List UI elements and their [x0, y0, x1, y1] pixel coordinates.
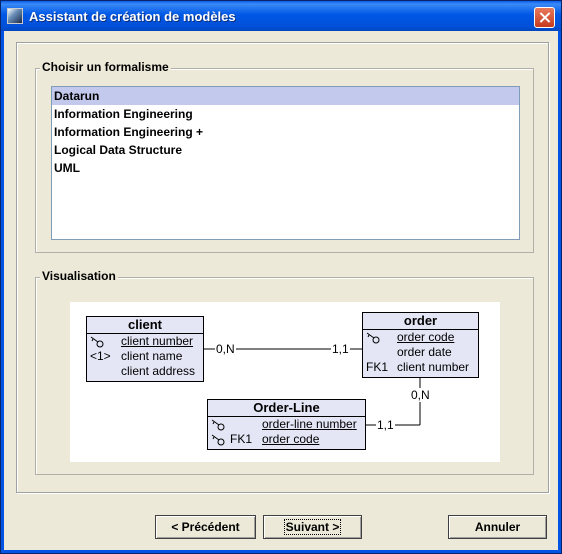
attribute-name: client number	[397, 360, 470, 374]
attribute-row: order-line number	[208, 417, 365, 432]
entity-order-line: Order-Line order-line number FK1 order c…	[207, 399, 366, 450]
attribute-prefix: <1>	[90, 349, 111, 363]
cancel-button[interactable]: Annuler	[448, 515, 547, 539]
visualisation-groupbox: Visualisation 0,N 1,1 0,N 1,1 client cli…	[35, 269, 534, 475]
diagram-preview: 0,N 1,1 0,N 1,1 client client number <1>…	[70, 302, 500, 462]
entity-client: client client number <1> client name cli…	[86, 316, 204, 382]
cardinality-order-line: 0,N	[410, 388, 431, 402]
attribute-name: client address	[121, 364, 196, 378]
cardinality-line: 1,1	[376, 418, 395, 432]
attribute-prefix: FK1	[366, 360, 389, 374]
window-title: Assistant de création de modèles	[29, 9, 236, 24]
attribute-row: FK1 order code	[208, 432, 365, 447]
attribute-name: order-line number	[262, 417, 357, 431]
attribute-name: order code	[262, 432, 320, 446]
app-icon	[7, 8, 23, 24]
dialog-body: Choisir un formalisme Datarun Informatio…	[4, 31, 558, 550]
key-icon	[211, 419, 225, 431]
attribute-name: order date	[397, 345, 452, 359]
title-bar[interactable]: Assistant de création de modèles	[1, 1, 561, 31]
formalism-group-title: Choisir un formalisme	[40, 60, 171, 74]
dialog-window: Assistant de création de modèles Choisir…	[0, 0, 562, 554]
list-item-information-engineering-plus[interactable]: Information Engineering +	[52, 123, 519, 141]
visualisation-group-title: Visualisation	[40, 269, 118, 283]
entity-title: order	[363, 313, 478, 330]
attribute-name: order code	[397, 330, 455, 344]
attribute-row: client address	[87, 364, 203, 379]
list-item-logical-data-structure[interactable]: Logical Data Structure	[52, 141, 519, 159]
next-button-label: Suivant >	[283, 519, 342, 535]
attribute-prefix: FK1	[230, 432, 253, 446]
attribute-name: client name	[121, 349, 183, 363]
attribute-row: <1> client name	[87, 349, 203, 364]
cardinality-order-client: 1,1	[331, 342, 350, 356]
attribute-name: client number	[121, 334, 194, 348]
entity-title: Order-Line	[208, 400, 365, 417]
attribute-row: client number	[87, 334, 203, 349]
key-icon	[211, 434, 225, 446]
previous-button-label: < Précédent	[171, 520, 240, 534]
list-item-datarun[interactable]: Datarun	[52, 87, 519, 105]
list-item-information-engineering[interactable]: Information Engineering	[52, 105, 519, 123]
cancel-button-label: Annuler	[474, 520, 521, 534]
close-icon[interactable]	[534, 7, 555, 28]
previous-button[interactable]: < Précédent	[155, 515, 256, 539]
attribute-row: FK1 client number	[363, 360, 478, 375]
wizard-panel: Choisir un formalisme Datarun Informatio…	[16, 42, 549, 493]
next-button[interactable]: Suivant >	[263, 515, 362, 539]
key-icon	[366, 332, 380, 344]
entity-order: order order code order date FK1 client n…	[362, 312, 479, 378]
key-icon	[90, 336, 104, 348]
attribute-row: order code	[363, 330, 478, 345]
formalism-groupbox: Choisir un formalisme Datarun Informatio…	[35, 60, 534, 253]
formalism-listbox[interactable]: Datarun Information Engineering Informat…	[51, 86, 520, 240]
entity-title: client	[87, 317, 203, 334]
list-item-uml[interactable]: UML	[52, 159, 519, 177]
attribute-row: order date	[363, 345, 478, 360]
cardinality-client: 0,N	[215, 342, 236, 356]
